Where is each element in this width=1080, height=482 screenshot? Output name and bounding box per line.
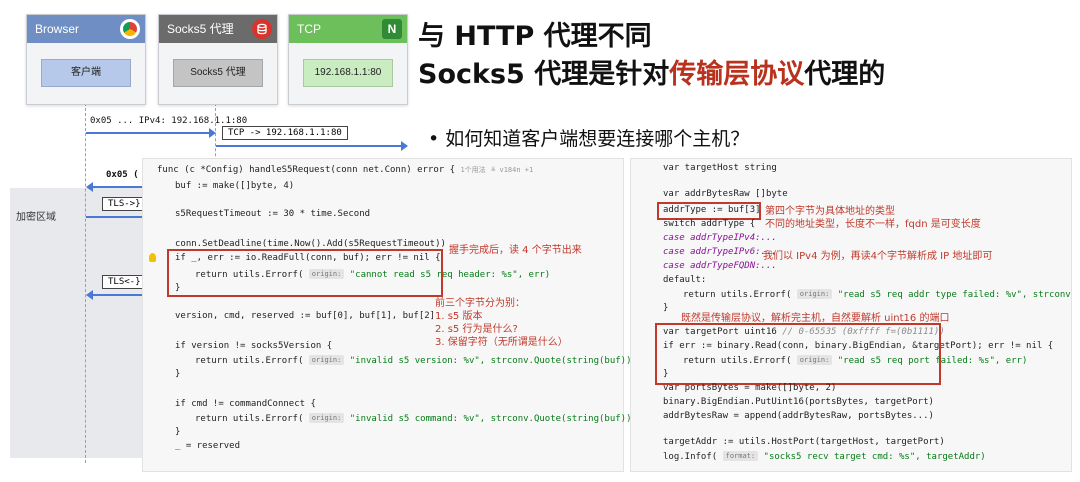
column-proxy-header: Socks5 代理 xyxy=(159,15,277,43)
highlight-box-addrtype xyxy=(657,202,761,220)
message-reply: 0x05 ( xyxy=(106,170,139,180)
code-line: switch addrType { xyxy=(663,219,756,229)
column-tcp-label: 192.168.1.1:80 xyxy=(303,59,393,87)
annotation-port: 既然是传输层协议，解析完主机，自然要解析 uint16 的端口 xyxy=(681,313,950,324)
encrypted-region xyxy=(10,188,150,458)
arrow-tls-out xyxy=(86,212,152,222)
column-browser-label: 客户端 xyxy=(41,59,131,87)
code-text: log.Infof( xyxy=(663,452,718,462)
message-tls-in: TLS<-} xyxy=(102,275,147,289)
annotation-line: 前三个字节分为别： xyxy=(435,298,525,309)
column-browser: Browser 客户端 xyxy=(26,14,146,105)
annotation-ipv4-example: 我们以 IPv4 为例，再读4个字节解析成 IP 地址即可 xyxy=(763,251,993,262)
param-hint: origin: xyxy=(308,355,345,365)
column-proxy-title: Socks5 代理 xyxy=(167,22,234,36)
column-tcp: TCP N 192.168.1.1:80 xyxy=(288,14,408,105)
code-line: conn.SetDeadline(time.Now().Add(s5Reques… xyxy=(175,239,446,249)
code-panel-request: func (c *Config) handleS5Request(conn ne… xyxy=(142,158,637,472)
code-text: return utils.Errorf( xyxy=(195,356,304,366)
message-tls-out: TLS->} xyxy=(102,197,147,211)
code-text: "invalid s5 command: %v", strconv.Quote(… xyxy=(349,414,637,424)
column-proxy-label: Socks5 代理 xyxy=(173,59,263,87)
code-line: return utils.Errorf( origin: "read s5 re… xyxy=(683,289,1071,300)
lifeline-browser xyxy=(85,103,86,463)
code-line: log.Infof( format: "socks5 recv target c… xyxy=(663,451,986,462)
code-line: default: xyxy=(663,275,707,285)
title-highlight: 传输层协议 xyxy=(669,59,805,90)
code-line: s5RequestTimeout := 30 * time.Second xyxy=(175,209,371,219)
code-line: } xyxy=(175,427,181,437)
code-line: var portsBytes = make([]byte, 2) xyxy=(663,383,837,393)
column-browser-title: Browser xyxy=(35,22,80,36)
code-line: case addrTypeFQDN:... xyxy=(663,261,777,271)
arrow-tcp-connect xyxy=(216,141,408,151)
column-tcp-header: TCP N xyxy=(289,15,407,43)
annotation-addr-type: 第四个字节为具体地址的类型 不同的地址类型，长度不一样，fqdn 是可变长度 xyxy=(765,205,981,231)
column-tcp-title: TCP xyxy=(297,22,321,36)
database-icon xyxy=(252,19,272,39)
message-socks-request: 0x05 ... IPv4: 192.168.1.1:80 xyxy=(90,116,248,126)
annotation-line: 第四个字节为具体地址的类型 xyxy=(765,206,895,217)
slide-title-line1: 与 HTTP 代理不同 xyxy=(418,21,652,52)
code-text: "read s5 req addr type failed: %v", strc… xyxy=(837,290,1071,300)
code-line: if cmd != commandConnect { xyxy=(175,399,316,409)
title-part-a: Socks5 代理是针对 xyxy=(418,59,670,90)
arrow-reply xyxy=(86,182,150,192)
code-text: "invalid s5 version: %v", strconv.Quote(… xyxy=(349,356,637,366)
code-text: return utils.Errorf( xyxy=(683,290,792,300)
annotation-line: 3. 保留字符（无所谓是什么） xyxy=(435,337,568,348)
annotation-line: 1. s5 版本 xyxy=(435,311,483,322)
annotation-first-three-bytes: 前三个字节分为别： 1. s5 版本 2. s5 行为是什么? 3. 保留字符（… xyxy=(435,297,568,349)
annotation-line: 不同的地址类型，长度不一样，fqdn 是可变长度 xyxy=(765,219,981,230)
code-line: return utils.Errorf( origin: "invalid s5… xyxy=(195,413,637,424)
code-line: } xyxy=(175,369,181,379)
code-line: _ = reserved xyxy=(175,441,241,451)
param-hint: origin: xyxy=(308,413,345,423)
code-line: case addrTypeIPv6:... xyxy=(663,247,777,257)
code-line: var targetHost string xyxy=(663,163,777,173)
code-text: "socks5 recv target cmd: %s", targetAddr… xyxy=(763,452,986,462)
author-hint: ≗ v184n +1 xyxy=(491,166,534,174)
chrome-icon xyxy=(120,19,140,39)
param-hint: format: xyxy=(722,451,759,461)
code-line: return utils.Errorf( origin: "invalid s5… xyxy=(195,355,637,366)
code-text: func (c *Config) handleS5Request(conn ne… xyxy=(157,165,456,175)
code-line: func (c *Config) handleS5Request(conn ne… xyxy=(157,165,533,175)
bullet-question: • 如何知道客户端想要连接哪个主机？ xyxy=(428,128,750,150)
lightbulb-icon[interactable] xyxy=(149,253,156,262)
annotation-line: 2. s5 行为是什么? xyxy=(435,324,518,335)
column-browser-header: Browser xyxy=(27,15,145,43)
arrow-socks-request xyxy=(86,128,216,138)
nginx-icon: N xyxy=(382,19,402,39)
message-tcp-connect: TCP -> 192.168.1.1:80 xyxy=(222,126,348,140)
arrow-tls-in xyxy=(86,290,150,300)
code-line: binary.BigEndian.PutUint16(portsBytes, t… xyxy=(663,397,934,407)
highlight-box-port xyxy=(655,323,941,385)
annotation-read-4-bytes: 握手完成后，读 4 个字节出来 xyxy=(449,245,582,256)
code-line: case addrTypeIPv4:... xyxy=(663,233,777,243)
bullet-text: 如何知道客户端想要连接哪个主机？ xyxy=(445,128,750,150)
param-hint: origin: xyxy=(796,289,833,299)
encrypted-region-label: 加密区域 xyxy=(16,212,56,223)
code-line: version, cmd, reserved := buf[0], buf[1]… xyxy=(175,311,436,321)
code-line: targetAddr := utils.HostPort(targetHost,… xyxy=(663,437,945,447)
usage-hint[interactable]: 1个用法 xyxy=(460,166,485,174)
highlight-box-readfull xyxy=(167,249,443,297)
code-text: return utils.Errorf( xyxy=(195,414,304,424)
code-line: if version != socks5Version { xyxy=(175,341,333,351)
column-proxy: Socks5 代理 Socks5 代理 xyxy=(158,14,278,105)
code-line: var addrBytesRaw []byte xyxy=(663,189,788,199)
code-line: } xyxy=(663,303,669,313)
code-line: buf := make([]byte, 4) xyxy=(175,181,295,191)
code-line: addrBytesRaw = append(addrBytesRaw, port… xyxy=(663,411,934,421)
title-part-c: 代理的 xyxy=(804,59,886,90)
code-panel-address: var targetHost string var addrBytesRaw [… xyxy=(630,158,1072,472)
slide-title-line2: Socks5 代理是针对传输层协议代理的 xyxy=(418,52,885,91)
